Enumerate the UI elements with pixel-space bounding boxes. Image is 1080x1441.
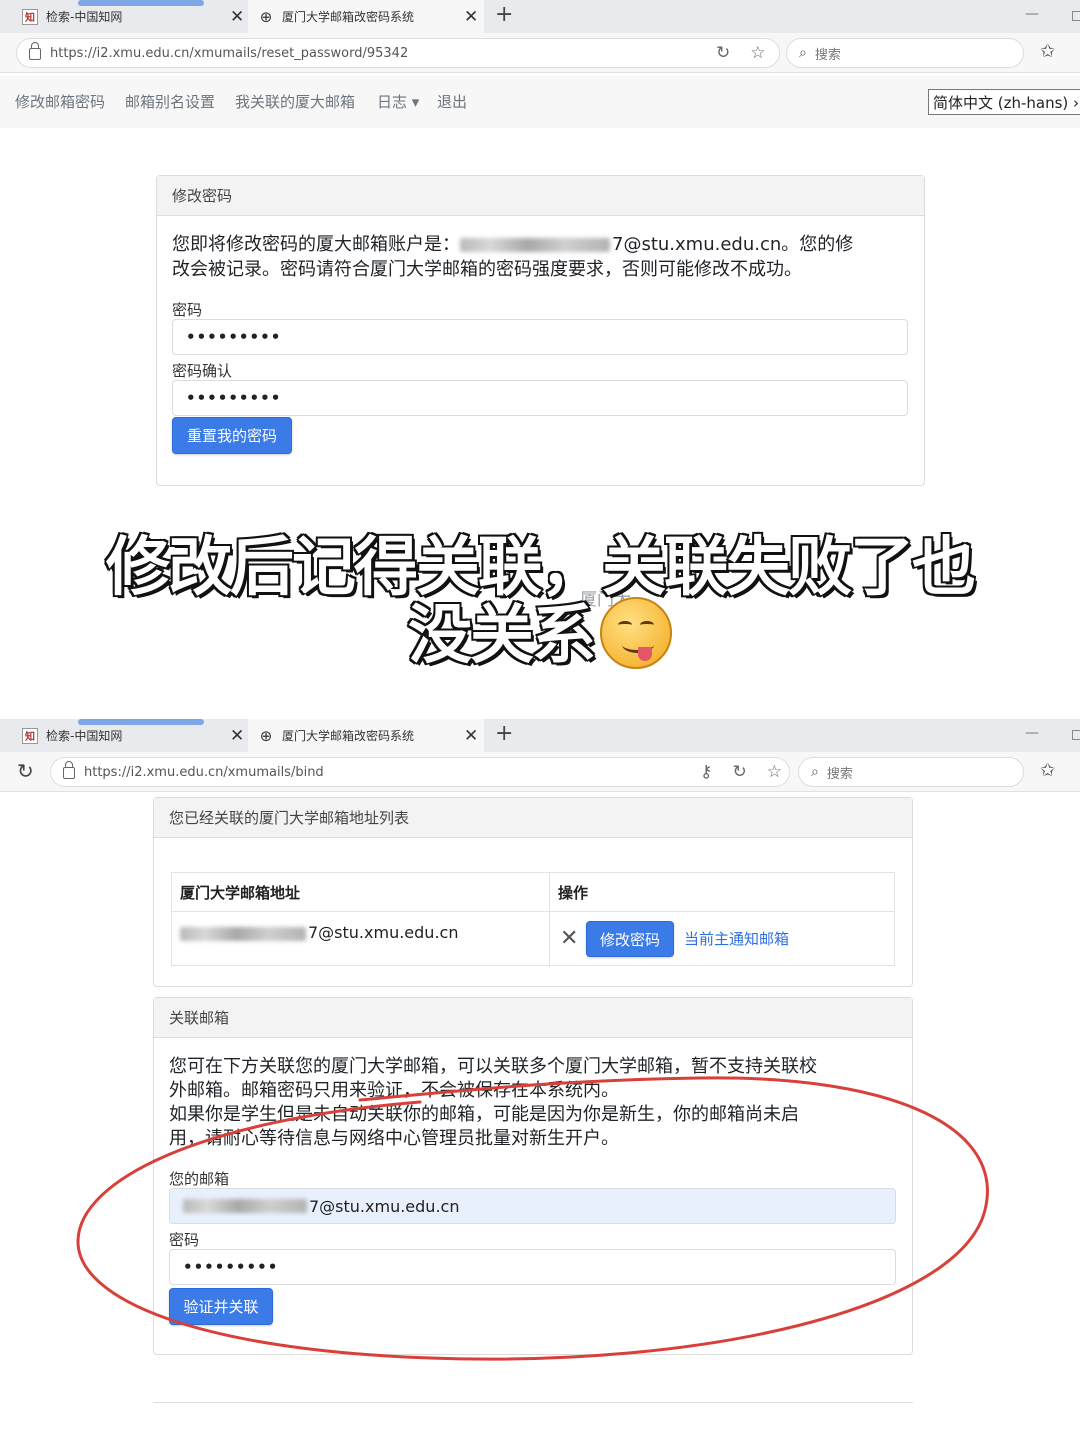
tab-xmu-mail-title: 厦门大学邮箱改密码系统 — [282, 729, 415, 743]
close-icon[interactable]: ✕ — [230, 726, 244, 746]
app-nav: 修改邮箱密码 邮箱别名设置 我关联的厦大邮箱 日志 ▾ 退出 简体中文 (zh-… — [0, 76, 1080, 128]
nav-log-dropdown[interactable]: 日志 ▾ — [377, 91, 419, 112]
savoring-face-emoji-icon — [600, 597, 672, 670]
nav-change-password[interactable]: 修改邮箱密码 — [15, 91, 105, 112]
redacted-account — [183, 1199, 307, 1213]
linked-mailboxes-card: 您已经关联的厦门大学邮箱地址列表 厦门大学邮箱地址 操作 7@stu.xmu.e… — [153, 797, 913, 987]
address-bar-icons: ↻ ☆ — [716, 33, 766, 73]
caption-line-1: 修改后记得关联，关联失败了也 — [105, 531, 978, 605]
password-input[interactable]: ••••••••• — [169, 1249, 896, 1285]
bottom-tab-bar: 知 检索-中国知网 ✕ ⊕ 厦门大学邮箱改密码系统 ✕ + — — [0, 719, 1080, 752]
table-divider — [172, 911, 894, 912]
lock-icon — [63, 761, 75, 779]
reload-icon[interactable]: ↻ — [17, 759, 34, 783]
address-url: https://i2.xmu.edu.cn/xmumails/reset_pas… — [50, 45, 409, 61]
card-header: 关联邮箱 — [154, 998, 912, 1038]
confirm-password-input[interactable]: ••••••••• — [172, 380, 908, 416]
new-tab-icon[interactable]: + — [495, 2, 513, 27]
email-input[interactable]: 7@stu.xmu.edu.cn — [169, 1188, 896, 1224]
verify-and-link-button[interactable]: 验证并关联 — [169, 1288, 273, 1325]
confirm-password-label: 密码确认 — [172, 362, 233, 380]
column-header-address: 厦门大学邮箱地址 — [180, 883, 301, 902]
unlink-icon[interactable]: ✕ — [560, 926, 578, 951]
reset-password-button[interactable]: 重置我的密码 — [172, 417, 292, 454]
close-icon[interactable]: ✕ — [464, 7, 478, 27]
table-row-email: 7@stu.xmu.edu.cn — [180, 923, 458, 942]
favorites-icon[interactable]: ✩ — [1040, 41, 1055, 62]
primary-notification-link[interactable]: 当前主通知邮箱 — [684, 928, 789, 949]
key-icon[interactable]: ⚷ — [700, 762, 712, 782]
reset-instructions: 您即将修改密码的厦大邮箱账户是： 7@stu.xmu.edu.cn。您的修 改会被… — [172, 234, 854, 280]
minimize-icon[interactable]: — — [1025, 6, 1039, 22]
address-bar[interactable]: https://i2.xmu.edu.cn/xmumails/bind — [50, 757, 790, 787]
address-url: https://i2.xmu.edu.cn/xmumails/bind — [84, 764, 324, 780]
lock-icon — [29, 42, 41, 60]
caption-line-2: 没关系 — [407, 599, 598, 673]
tab-loading-bar — [78, 719, 204, 725]
maximize-icon[interactable] — [1072, 11, 1080, 21]
address-bar-icons: ⚷ ↻ ☆ — [700, 752, 782, 792]
search-box[interactable]: ⌕ 搜索 — [798, 757, 1024, 787]
overlay-caption-2: 没关系 — [0, 597, 1080, 675]
email-label: 您的邮箱 — [169, 1170, 230, 1188]
minimize-icon[interactable]: — — [1025, 725, 1039, 741]
overlay-caption: 修改后记得关联，关联失败了也 — [0, 531, 1080, 605]
bookmark-star-icon[interactable]: ☆ — [767, 762, 782, 782]
maximize-icon[interactable] — [1072, 730, 1080, 740]
favorites-icon[interactable]: ✩ — [1040, 760, 1055, 781]
cnki-favicon-icon: 知 — [22, 727, 38, 744]
close-icon[interactable]: ✕ — [464, 726, 478, 746]
top-nav-bar: https://i2.xmu.edu.cn/xmumails/reset_pas… — [0, 33, 1080, 73]
bookmark-star-icon[interactable]: ☆ — [750, 43, 765, 63]
reset-password-card: 修改密码 您即将修改密码的厦大邮箱账户是： 7@stu.xmu.edu.cn。您的… — [156, 175, 925, 486]
bottom-nav-bar: ↻ https://i2.xmu.edu.cn/xmumails/bind ⚷ … — [0, 752, 1080, 792]
globe-icon: ⊕ — [259, 726, 273, 745]
address-bar[interactable]: https://i2.xmu.edu.cn/xmumails/reset_pas… — [16, 38, 780, 68]
language-select[interactable]: 简体中文 (zh-hans) › — [928, 89, 1080, 115]
new-tab-icon[interactable]: + — [495, 721, 513, 746]
card-header: 修改密码 — [157, 176, 924, 216]
password-label: 密码 — [172, 301, 203, 319]
search-placeholder: 搜索 — [814, 47, 841, 63]
footer-divider — [153, 1402, 913, 1403]
bind-mailbox-card: 关联邮箱 您可在下方关联您的厦门大学邮箱，可以关联多个厦门大学邮箱，暂不支持关联… — [153, 997, 913, 1355]
redacted-account — [460, 238, 610, 252]
table-divider — [549, 873, 550, 967]
tab-xmu-mail[interactable]: ⊕ 厦门大学邮箱改密码系统 ✕ — [248, 0, 484, 33]
tab-loading-bar — [78, 0, 204, 6]
nav-linked-mailboxes[interactable]: 我关联的厦大邮箱 — [235, 91, 355, 112]
tab-xmu-mail-title: 厦门大学邮箱改密码系统 — [282, 10, 415, 24]
change-password-button[interactable]: 修改密码 — [586, 921, 674, 957]
cnki-favicon-icon: 知 — [22, 8, 38, 25]
tab-cnki-title: 检索-中国知网 — [46, 729, 123, 743]
redacted-account — [180, 926, 306, 941]
search-placeholder: 搜索 — [826, 766, 853, 782]
globe-icon: ⊕ — [259, 7, 273, 26]
nav-logout[interactable]: 退出 — [437, 91, 467, 112]
nav-alias-settings[interactable]: 邮箱别名设置 — [125, 91, 215, 112]
linked-mailbox-table: 厦门大学邮箱地址 操作 7@stu.xmu.edu.cn ✕ 修改密码 当前主通… — [171, 872, 895, 967]
password-input[interactable]: ••••••••• — [172, 319, 908, 355]
top-tab-bar: 知 检索-中国知网 ✕ ⊕ 厦门大学邮箱改密码系统 ✕ + — — [0, 0, 1080, 33]
bind-instructions: 您可在下方关联您的厦门大学邮箱，可以关联多个厦门大学邮箱，暂不支持关联校 外邮箱… — [169, 1056, 817, 1149]
column-header-action: 操作 — [558, 883, 589, 902]
search-icon: ⌕ — [811, 764, 819, 780]
close-icon[interactable]: ✕ — [230, 7, 244, 27]
password-label: 密码 — [169, 1231, 200, 1249]
refresh-icon[interactable]: ↻ — [732, 762, 746, 782]
card-header: 您已经关联的厦门大学邮箱地址列表 — [154, 798, 912, 838]
search-box[interactable]: ⌕ 搜索 — [786, 38, 1024, 68]
refresh-icon[interactable]: ↻ — [716, 43, 730, 63]
tab-cnki-title: 检索-中国知网 — [46, 10, 123, 24]
search-icon: ⌕ — [799, 45, 807, 61]
tab-xmu-mail[interactable]: ⊕ 厦门大学邮箱改密码系统 ✕ — [248, 719, 484, 752]
